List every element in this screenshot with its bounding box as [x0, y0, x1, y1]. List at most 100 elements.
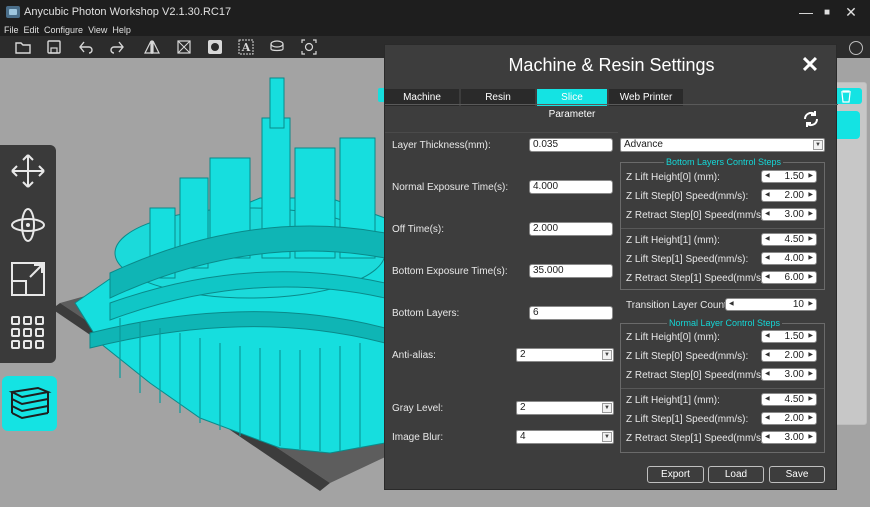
- stepper-value: 3.00: [784, 432, 804, 443]
- normal-z-retract-step-1-stepper[interactable]: ◀ 3.00 ▶: [761, 431, 817, 444]
- increment-icon[interactable]: ▶: [808, 234, 813, 245]
- increment-icon[interactable]: ▶: [808, 209, 813, 220]
- normal-exposure-input[interactable]: 4.000: [529, 180, 613, 194]
- gray-level-select[interactable]: 2 ▼: [516, 401, 614, 415]
- bottom-z-lift-step-1-stepper[interactable]: ◀ 4.00 ▶: [761, 252, 817, 265]
- normal-group-title: Normal Layer Control Steps: [667, 318, 783, 328]
- normal-z-lift-step-1-stepper[interactable]: ◀ 2.00 ▶: [761, 412, 817, 425]
- scale-icon[interactable]: [8, 259, 48, 299]
- decrement-icon[interactable]: ◀: [765, 413, 770, 424]
- normal-z-lift-height-1-stepper[interactable]: ◀ 4.50 ▶: [761, 393, 817, 406]
- text-icon[interactable]: A: [238, 39, 254, 55]
- increment-icon[interactable]: ▶: [808, 331, 813, 342]
- save-icon[interactable]: [46, 39, 62, 55]
- image-blur-select[interactable]: 4 ▼: [516, 430, 614, 444]
- bottom-z-lift-step-0-stepper[interactable]: ◀ 2.00 ▶: [761, 189, 817, 202]
- normal-z-lift-height-0-stepper[interactable]: ◀ 1.50 ▶: [761, 330, 817, 343]
- menu-edit[interactable]: Edit: [24, 25, 40, 35]
- increment-icon[interactable]: ▶: [808, 171, 813, 182]
- decrement-icon[interactable]: ◀: [765, 253, 770, 264]
- punch-hole-icon[interactable]: [207, 39, 223, 55]
- layout-grid-icon[interactable]: [8, 313, 48, 353]
- mode-value: Advance: [624, 139, 663, 150]
- stepper-value: 3.00: [784, 209, 804, 220]
- move-icon[interactable]: [8, 151, 48, 191]
- support-icon[interactable]: [269, 39, 285, 55]
- decrement-icon[interactable]: ◀: [765, 432, 770, 443]
- bottom-exposure-input[interactable]: 35.000: [529, 264, 613, 278]
- open-folder-icon[interactable]: [15, 39, 31, 55]
- undo-icon[interactable]: [78, 39, 94, 55]
- normal-z-lift-step-0-stepper[interactable]: ◀ 2.00 ▶: [761, 349, 817, 362]
- stepper-value: 3.00: [784, 369, 804, 380]
- group-divider: [621, 388, 824, 389]
- normal-z-lift-height-0-label: Z Lift Height[0] (mm):: [626, 332, 720, 343]
- window-close-button[interactable]: ✕: [838, 0, 864, 24]
- stepper-value: 2.00: [784, 350, 804, 361]
- normal-z-retract-step-0-stepper[interactable]: ◀ 3.00 ▶: [761, 368, 817, 381]
- image-blur-value: 4: [520, 431, 526, 442]
- menu-help[interactable]: Help: [112, 25, 131, 35]
- bottom-z-retract-step-0-stepper[interactable]: ◀ 3.00 ▶: [761, 208, 817, 221]
- mirror-icon[interactable]: [144, 39, 160, 55]
- increment-icon[interactable]: ▶: [808, 432, 813, 443]
- increment-icon[interactable]: ▶: [808, 253, 813, 264]
- model-repair-icon[interactable]: [301, 39, 317, 55]
- window-title: Anycubic Photon Workshop V2.1.30.RC17: [24, 6, 232, 18]
- bottom-z-retract-step-0-label: Z Retract Step[0] Speed(mm/s):: [626, 210, 768, 221]
- decrement-icon[interactable]: ◀: [765, 209, 770, 220]
- decrement-icon[interactable]: ◀: [765, 171, 770, 182]
- increment-icon[interactable]: ▶: [808, 413, 813, 424]
- maximize-button[interactable]: ■: [814, 0, 840, 24]
- save-button[interactable]: Save: [769, 466, 825, 483]
- chevron-down-icon: ▼: [602, 403, 612, 413]
- normal-z-retract-step-0-label: Z Retract Step[0] Speed(mm/s):: [626, 370, 768, 381]
- decrement-icon[interactable]: ◀: [765, 350, 770, 361]
- decrement-icon[interactable]: ◀: [729, 299, 734, 310]
- menu-view[interactable]: View: [88, 25, 107, 35]
- hollow-icon[interactable]: [176, 39, 192, 55]
- app-logo-icon: [6, 6, 20, 18]
- export-corner-button[interactable]: [849, 41, 863, 55]
- transition-layer-count-stepper[interactable]: ◀ 10 ▶: [725, 298, 817, 311]
- decrement-icon[interactable]: ◀: [765, 234, 770, 245]
- stepper-value: 10: [792, 299, 804, 310]
- decrement-icon[interactable]: ◀: [765, 272, 770, 283]
- left-divider: [385, 132, 618, 133]
- redo-icon[interactable]: [109, 39, 125, 55]
- chevron-down-icon: ▼: [602, 432, 612, 442]
- export-button[interactable]: Export: [647, 466, 704, 483]
- refresh-icon[interactable]: [800, 108, 822, 130]
- svg-text:A: A: [241, 41, 251, 54]
- bottom-z-retract-step-1-stepper[interactable]: ◀ 6.00 ▶: [761, 271, 817, 284]
- layer-thickness-input[interactable]: 0.035: [529, 138, 613, 152]
- rotate-icon[interactable]: [8, 205, 48, 245]
- bottom-layers-input[interactable]: 6: [529, 306, 613, 320]
- increment-icon[interactable]: ▶: [808, 369, 813, 380]
- decrement-icon[interactable]: ◀: [765, 190, 770, 201]
- normal-z-lift-step-0-label: Z Lift Step[0] Speed(mm/s):: [626, 351, 749, 362]
- menu-configure[interactable]: Configure: [44, 25, 83, 35]
- menu-file[interactable]: File: [4, 25, 19, 35]
- normal-z-lift-step-1-label: Z Lift Step[1] Speed(mm/s):: [626, 414, 749, 425]
- stepper-value: 4.50: [784, 234, 804, 245]
- increment-icon[interactable]: ▶: [808, 190, 813, 201]
- off-time-input[interactable]: 2.000: [529, 222, 613, 236]
- decrement-icon[interactable]: ◀: [765, 369, 770, 380]
- increment-icon[interactable]: ▶: [808, 272, 813, 283]
- anti-alias-value: 2: [520, 349, 526, 360]
- slice-layers-button[interactable]: [2, 376, 57, 431]
- decrement-icon[interactable]: ◀: [765, 331, 770, 342]
- bottom-z-lift-height-1-stepper[interactable]: ◀ 4.50 ▶: [761, 233, 817, 246]
- load-button[interactable]: Load: [708, 466, 764, 483]
- dialog-close-button[interactable]: ✕: [797, 53, 823, 79]
- decrement-icon[interactable]: ◀: [765, 394, 770, 405]
- anti-alias-select[interactable]: 2 ▼: [516, 348, 614, 362]
- bottom-z-lift-height-0-stepper[interactable]: ◀ 1.50 ▶: [761, 170, 817, 183]
- chevron-down-icon: ▼: [602, 350, 612, 360]
- mode-select[interactable]: Advance ▼: [620, 138, 825, 152]
- increment-icon[interactable]: ▶: [808, 299, 813, 310]
- stepper-value: 1.50: [784, 171, 804, 182]
- increment-icon[interactable]: ▶: [808, 394, 813, 405]
- increment-icon[interactable]: ▶: [808, 350, 813, 361]
